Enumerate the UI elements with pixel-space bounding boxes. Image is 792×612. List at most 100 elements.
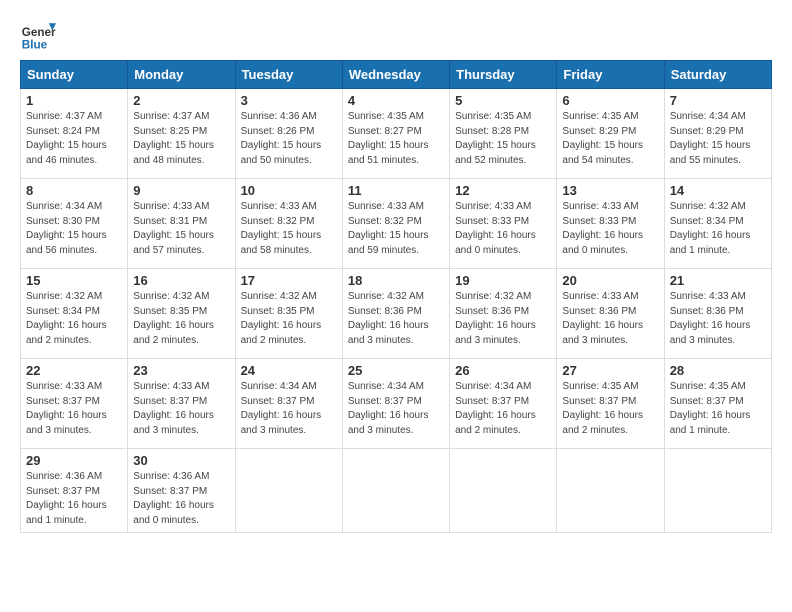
day-info: Sunrise: 4:34 AMSunset: 8:37 PMDaylight:… [241,380,337,438]
day-info: Sunrise: 4:33 AMSunset: 8:32 PMDaylight:… [348,200,444,258]
calendar-header-row: SundayMondayTuesdayWednesdayThursdayFrid… [21,61,772,89]
day-info: Sunrise: 4:32 AMSunset: 8:36 PMDaylight:… [348,290,444,348]
day-info: Sunrise: 4:32 AMSunset: 8:35 PMDaylight:… [241,290,337,348]
day-info: Sunrise: 4:33 AMSunset: 8:33 PMDaylight:… [562,200,658,258]
calendar-cell: 26 Sunrise: 4:34 AMSunset: 8:37 PMDayligh… [450,359,557,449]
day-info: Sunrise: 4:35 AMSunset: 8:27 PMDaylight:… [348,110,444,168]
day-number: 9 [133,183,229,198]
day-info: Sunrise: 4:36 AMSunset: 8:37 PMDaylight:… [26,470,122,528]
day-info: Sunrise: 4:32 AMSunset: 8:36 PMDaylight:… [455,290,551,348]
calendar-cell [235,449,342,533]
calendar-cell: 27 Sunrise: 4:35 AMSunset: 8:37 PMDayligh… [557,359,664,449]
calendar-cell: 13Sunrise: 4:33 AMSunset: 8:33 PMDayligh… [557,179,664,269]
day-number: 19 [455,273,551,288]
day-number: 11 [348,183,444,198]
day-number: 24 [241,363,337,378]
calendar-cell: 10 Sunrise: 4:33 AMSunset: 8:32 PMDayligh… [235,179,342,269]
day-number: 14 [670,183,766,198]
logo: General Blue [20,16,56,52]
calendar-cell: 7 Sunrise: 4:34 AMSunset: 8:29 PMDaylight… [664,89,771,179]
day-number: 12 [455,183,551,198]
day-number: 4 [348,93,444,108]
day-info: Sunrise: 4:35 AMSunset: 8:37 PMDaylight:… [562,380,658,438]
day-number: 1 [26,93,122,108]
calendar-header-wednesday: Wednesday [342,61,449,89]
day-number: 27 [562,363,658,378]
calendar-cell: 23 Sunrise: 4:33 AMSunset: 8:37 PMDayligh… [128,359,235,449]
day-info: Sunrise: 4:35 AMSunset: 8:29 PMDaylight:… [562,110,658,168]
day-number: 18 [348,273,444,288]
day-info: Sunrise: 4:36 AMSunset: 8:37 PMDaylight:… [133,470,229,528]
calendar-cell: 3 Sunrise: 4:36 AMSunset: 8:26 PMDaylight… [235,89,342,179]
day-number: 16 [133,273,229,288]
calendar-header-thursday: Thursday [450,61,557,89]
day-info: Sunrise: 4:35 AMSunset: 8:28 PMDaylight:… [455,110,551,168]
calendar-cell: 11 Sunrise: 4:33 AMSunset: 8:32 PMDayligh… [342,179,449,269]
calendar-week-row-4: 22 Sunrise: 4:33 AMSunset: 8:37 PMDayligh… [21,359,772,449]
day-number: 7 [670,93,766,108]
calendar-cell: 22 Sunrise: 4:33 AMSunset: 8:37 PMDayligh… [21,359,128,449]
day-number: 29 [26,453,122,468]
day-info: Sunrise: 4:32 AMSunset: 8:34 PMDaylight:… [26,290,122,348]
day-info: Sunrise: 4:34 AMSunset: 8:29 PMDaylight:… [670,110,766,168]
calendar-cell [557,449,664,533]
day-number: 30 [133,453,229,468]
day-number: 10 [241,183,337,198]
day-info: Sunrise: 4:32 AMSunset: 8:34 PMDaylight:… [670,200,766,258]
calendar-cell: 25Sunrise: 4:34 AMSunset: 8:37 PMDayligh… [342,359,449,449]
calendar-week-row-1: 1 Sunrise: 4:37 AMSunset: 8:24 PMDaylight… [21,89,772,179]
calendar-cell [664,449,771,533]
day-number: 6 [562,93,658,108]
day-number: 15 [26,273,122,288]
day-info: Sunrise: 4:33 AMSunset: 8:32 PMDaylight:… [241,200,337,258]
day-number: 3 [241,93,337,108]
calendar-header-sunday: Sunday [21,61,128,89]
day-info: Sunrise: 4:33 AMSunset: 8:37 PMDaylight:… [26,380,122,438]
day-info: Sunrise: 4:37 AMSunset: 8:24 PMDaylight:… [26,110,122,168]
calendar-cell: 16 Sunrise: 4:32 AMSunset: 8:35 PMDayligh… [128,269,235,359]
calendar-cell [450,449,557,533]
calendar-cell: 20 Sunrise: 4:33 AMSunset: 8:36 PMDayligh… [557,269,664,359]
day-number: 17 [241,273,337,288]
calendar-cell: 24 Sunrise: 4:34 AMSunset: 8:37 PMDayligh… [235,359,342,449]
day-number: 28 [670,363,766,378]
day-number: 22 [26,363,122,378]
day-info: Sunrise: 4:33 AMSunset: 8:36 PMDaylight:… [670,290,766,348]
day-info: Sunrise: 4:34 AMSunset: 8:37 PMDaylight:… [455,380,551,438]
day-info: Sunrise: 4:33 AMSunset: 8:31 PMDaylight:… [133,200,229,258]
calendar-table: SundayMondayTuesdayWednesdayThursdayFrid… [20,60,772,533]
day-info: Sunrise: 4:35 AMSunset: 8:37 PMDaylight:… [670,380,766,438]
day-number: 23 [133,363,229,378]
day-number: 5 [455,93,551,108]
day-number: 2 [133,93,229,108]
page-header: General Blue [20,16,772,52]
calendar-cell: 12 Sunrise: 4:33 AMSunset: 8:33 PMDayligh… [450,179,557,269]
day-info: Sunrise: 4:37 AMSunset: 8:25 PMDaylight:… [133,110,229,168]
day-info: Sunrise: 4:36 AMSunset: 8:26 PMDaylight:… [241,110,337,168]
calendar-header-friday: Friday [557,61,664,89]
svg-text:General: General [22,26,56,39]
day-number: 20 [562,273,658,288]
calendar-cell: 8Sunrise: 4:34 AMSunset: 8:30 PMDaylight… [21,179,128,269]
calendar-cell: 1 Sunrise: 4:37 AMSunset: 8:24 PMDaylight… [21,89,128,179]
calendar-cell: 2 Sunrise: 4:37 AMSunset: 8:25 PMDaylight… [128,89,235,179]
calendar-cell: 19 Sunrise: 4:32 AMSunset: 8:36 PMDayligh… [450,269,557,359]
calendar-cell: 30 Sunrise: 4:36 AMSunset: 8:37 PMDayligh… [128,449,235,533]
day-info: Sunrise: 4:32 AMSunset: 8:35 PMDaylight:… [133,290,229,348]
day-number: 21 [670,273,766,288]
calendar-cell: 28 Sunrise: 4:35 AMSunset: 8:37 PMDayligh… [664,359,771,449]
day-info: Sunrise: 4:33 AMSunset: 8:36 PMDaylight:… [562,290,658,348]
day-info: Sunrise: 4:33 AMSunset: 8:33 PMDaylight:… [455,200,551,258]
day-info: Sunrise: 4:33 AMSunset: 8:37 PMDaylight:… [133,380,229,438]
svg-text:Blue: Blue [22,38,48,51]
calendar-cell: 9 Sunrise: 4:33 AMSunset: 8:31 PMDaylight… [128,179,235,269]
calendar-cell: 15 Sunrise: 4:32 AMSunset: 8:34 PMDayligh… [21,269,128,359]
calendar-header-tuesday: Tuesday [235,61,342,89]
day-number: 8 [26,183,122,198]
calendar-week-row-5: 29 Sunrise: 4:36 AMSunset: 8:37 PMDayligh… [21,449,772,533]
calendar-cell [342,449,449,533]
calendar-cell: 21 Sunrise: 4:33 AMSunset: 8:36 PMDayligh… [664,269,771,359]
logo-icon: General Blue [20,16,56,52]
calendar-week-row-3: 15 Sunrise: 4:32 AMSunset: 8:34 PMDayligh… [21,269,772,359]
day-number: 26 [455,363,551,378]
